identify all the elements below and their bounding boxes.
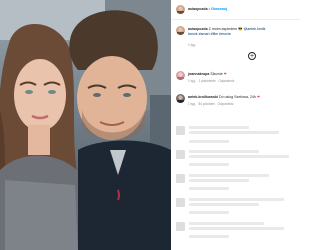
blurred-avatar: [176, 150, 185, 159]
comment-avatar-1[interactable]: [176, 71, 185, 80]
comment-username[interactable]: antek.krolikowski: [188, 95, 218, 99]
caption-username[interactable]: asiaopozda: [188, 27, 208, 31]
blurred-avatar: [176, 222, 185, 231]
blurred-avatar: [176, 174, 185, 183]
post-sidebar: asiaopozda • Obserwuj asiaopozda Z moim …: [171, 0, 300, 250]
caption-line-1: asiaopozda Z moim aspiedem 😎 @antek.krol…: [188, 27, 265, 31]
blurred-line: [189, 203, 259, 206]
follow-button[interactable]: Obserwuj: [211, 7, 227, 11]
blurred-line: [189, 227, 284, 230]
heart-emoji-icon: ❤: [223, 72, 227, 76]
blurred-line: [189, 150, 259, 153]
comment-time[interactable]: 1 tyg.: [188, 79, 196, 83]
reply-button[interactable]: Odpowiedz: [218, 102, 234, 106]
comment-time[interactable]: 1 tyg.: [188, 102, 196, 106]
header-line: asiaopozda • Obserwuj: [188, 7, 227, 11]
avatar-image: [176, 94, 185, 103]
sunglasses-emoji-icon: 😎: [238, 27, 243, 31]
blurred-line: [189, 222, 264, 225]
selfie-image: [0, 0, 171, 250]
comment-2-meta: 1 tyg. 84 polubień Odpowiedz: [188, 102, 234, 106]
avatar-image: [176, 71, 185, 80]
blurred-line: [189, 187, 229, 190]
caption-time[interactable]: 1 tyg.: [188, 43, 196, 47]
heart-emoji-icon: ❤: [256, 95, 260, 99]
caption-avatar[interactable]: [176, 26, 185, 35]
caption-hashtags[interactable]: #work #smart #film #movie: [188, 32, 231, 36]
post-photo[interactable]: [0, 0, 171, 250]
comment-likes[interactable]: 1 polubienie: [198, 79, 215, 83]
header-separator: •: [208, 7, 210, 11]
plus-circle-icon[interactable]: +: [248, 52, 256, 60]
blurred-avatar: [176, 198, 185, 207]
blurred-line: [189, 211, 229, 214]
comment-1-line: joannakrupa Ślicznie ❤: [188, 72, 227, 76]
comment-avatar-2[interactable]: [176, 94, 185, 103]
comment-username[interactable]: joannakrupa: [188, 72, 209, 76]
blurred-line: [189, 235, 229, 238]
caption-mention[interactable]: @antek.krolik: [244, 27, 266, 31]
avatar-image: [176, 26, 185, 35]
comment-text: Ślicznie: [210, 72, 223, 76]
blurred-line: [189, 131, 279, 134]
blurred-line: [189, 163, 229, 166]
caption-text: Z moim aspiedem: [208, 27, 238, 31]
comment-likes[interactable]: 84 polubień: [198, 102, 214, 106]
author-avatar[interactable]: [176, 5, 185, 14]
blurred-line: [189, 179, 249, 182]
header-username[interactable]: asiaopozda: [188, 7, 208, 11]
blurred-line: [189, 126, 249, 129]
blurred-line: [189, 174, 269, 177]
avatar-image: [176, 5, 185, 14]
blurred-line: [189, 155, 289, 158]
comment-text: Do usług Szefowa, 24h: [218, 95, 256, 99]
comment-2-line: antek.krolikowski Do usług Szefowa, 24h …: [188, 95, 260, 99]
post-header: asiaopozda • Obserwuj: [171, 0, 300, 20]
blurred-avatar: [176, 126, 185, 135]
blurred-line: [189, 140, 229, 143]
comment-1-meta: 1 tyg. 1 polubienie Odpowiedz: [188, 79, 234, 83]
blurred-line: [189, 198, 284, 201]
reply-button[interactable]: Odpowiedz: [218, 79, 234, 83]
